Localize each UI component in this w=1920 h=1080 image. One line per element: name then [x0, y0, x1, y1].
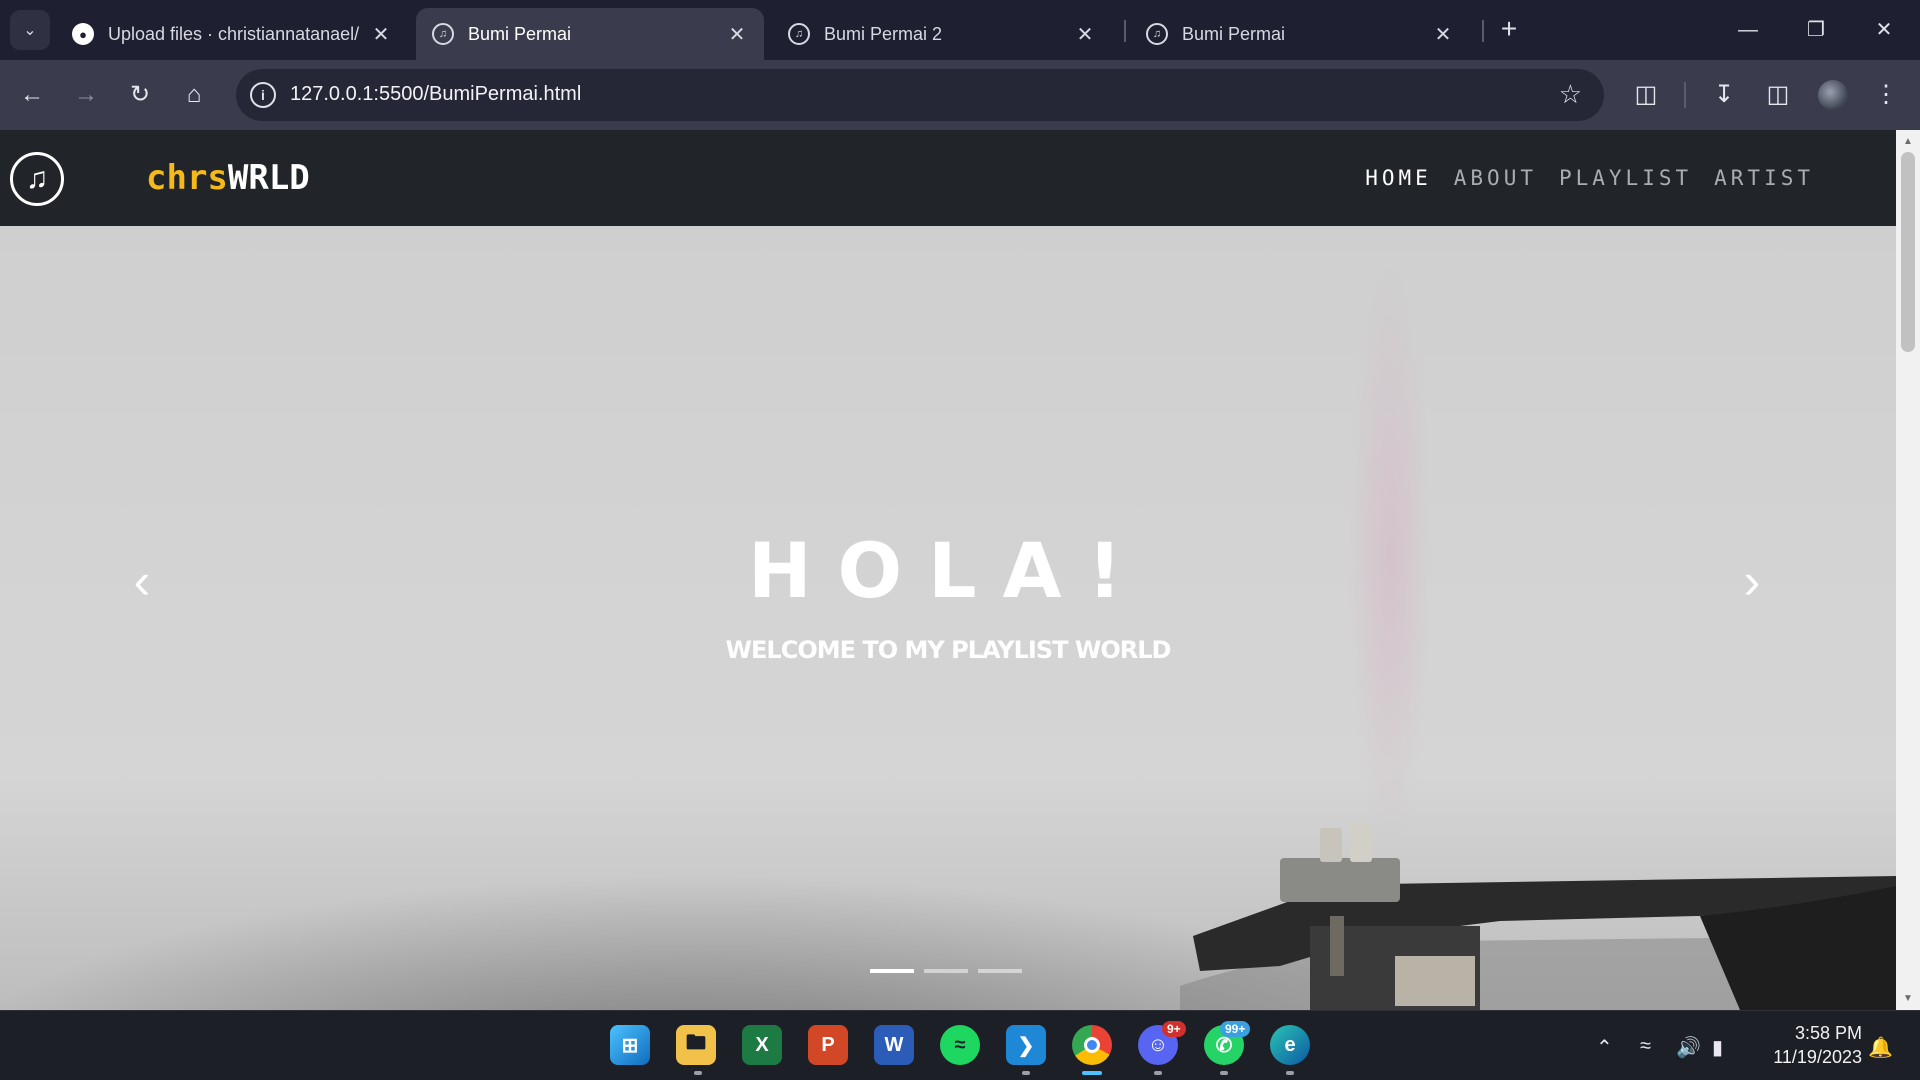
restore-button[interactable]: ❐ — [1796, 12, 1836, 48]
tab-bumi-permai-2[interactable]: ♫ Bumi Permai 2 ✕ — [772, 8, 1112, 60]
hero-title: HOLA! — [747, 526, 1149, 615]
carousel-indicator-2[interactable] — [924, 969, 968, 973]
whatsapp-badge: 99+ — [1220, 1021, 1251, 1037]
chrome-icon[interactable] — [1072, 1025, 1112, 1065]
bookmark-star-icon[interactable]: ☆ — [1559, 79, 1582, 110]
close-icon[interactable]: ✕ — [370, 22, 392, 47]
tab-label: Upload files · christiannatanael/ — [108, 23, 360, 44]
excel-icon[interactable]: X — [742, 1025, 782, 1065]
taskbar-running-indicator — [1022, 1071, 1030, 1075]
windows-start-icon[interactable]: ⊞ — [610, 1025, 650, 1065]
forward-arrow-icon[interactable]: → — [68, 77, 104, 113]
windows-taskbar: ⊞ 🖿 X P W ≈ ❯ ☺ 9+ ✆ 99+ e ⌃ ≈ 🔊 ▮ 3:58 … — [0, 1010, 1920, 1080]
site-menu: HOME ABOUT PLAYLIST ARTIST — [1365, 166, 1814, 190]
browser-toolbar: ← → ↻ ⌂ i 127.0.0.1:5500/BumiPermai.html… — [0, 60, 1920, 130]
chevron-up-icon[interactable]: ⌃ — [1596, 1035, 1613, 1060]
music-logo-icon[interactable]: ♫ — [10, 152, 64, 206]
vscode-icon[interactable]: ❯ — [1006, 1025, 1046, 1065]
discord-badge: 9+ — [1162, 1021, 1186, 1037]
window-close-button[interactable]: ✕ — [1864, 12, 1904, 48]
carousel-indicator-1[interactable] — [870, 969, 914, 973]
tab-search-button[interactable]: ⌄ — [10, 10, 50, 50]
hero-carousel: ‹ › HOLA! WELCOME TO MY PLAYLIST WORLD — [0, 226, 1896, 1010]
close-icon[interactable]: ✕ — [1074, 22, 1096, 47]
nav-home[interactable]: HOME — [1365, 166, 1432, 190]
new-tab-button[interactable]: + — [1494, 12, 1524, 48]
toolbar-separator — [1684, 82, 1686, 108]
battery-icon[interactable]: ▮ — [1712, 1035, 1723, 1060]
extensions-icon[interactable]: ◫ — [1628, 77, 1664, 113]
taskbar-running-indicator — [1154, 1071, 1162, 1075]
carousel-indicator-3[interactable] — [978, 969, 1022, 973]
nav-about[interactable]: ABOUT — [1454, 166, 1537, 190]
nav-artist[interactable]: ARTIST — [1714, 166, 1814, 190]
scroll-up-arrow-icon[interactable]: ▲ — [1903, 136, 1913, 147]
music-note-icon: ♫ — [432, 23, 454, 45]
site-info-icon[interactable]: i — [250, 82, 276, 108]
address-bar[interactable]: i 127.0.0.1:5500/BumiPermai.html ☆ — [236, 69, 1604, 121]
volume-icon[interactable]: 🔊 — [1676, 1035, 1701, 1060]
tab-separator — [1482, 20, 1484, 42]
menu-kebab-icon[interactable]: ⋮ — [1868, 77, 1904, 113]
reload-icon[interactable]: ↻ — [122, 77, 158, 113]
site-brand[interactable]: chrsWRLD — [146, 158, 310, 198]
back-arrow-icon[interactable]: ← — [14, 77, 50, 113]
tab-label: Bumi Permai — [468, 23, 572, 44]
taskbar-running-indicator — [694, 1071, 702, 1075]
clock-date: 11/19/2023 — [1773, 1047, 1862, 1067]
wifi-icon[interactable]: ≈ — [1640, 1035, 1651, 1058]
turntable-tonearm-image — [1180, 824, 1896, 1010]
carousel-indicators — [870, 969, 1022, 973]
home-icon[interactable]: ⌂ — [176, 77, 212, 113]
browser-tab-bar: ⌄ ● Upload files · christiannatanael/ ✕ … — [0, 0, 1920, 60]
word-icon[interactable]: W — [874, 1025, 914, 1065]
close-icon[interactable]: ✕ — [1432, 22, 1454, 47]
tab-upload-files[interactable]: ● Upload files · christiannatanael/ ✕ — [56, 8, 408, 60]
profile-avatar[interactable] — [1818, 80, 1848, 110]
taskbar-running-indicator — [1286, 1071, 1294, 1075]
taskbar-running-indicator — [1220, 1071, 1228, 1075]
tab-separator — [1124, 20, 1126, 42]
system-clock[interactable]: 3:58 PM 11/19/2023 — [1752, 1021, 1862, 1069]
music-note-icon: ♫ — [1146, 23, 1168, 45]
tab-bumi-permai-3[interactable]: ♫ Bumi Permai ✕ — [1130, 8, 1470, 60]
nav-playlist[interactable]: PLAYLIST — [1559, 166, 1692, 190]
tab-bumi-permai-active[interactable]: ♫ Bumi Permai ✕ — [416, 8, 764, 60]
chevron-down-icon: ⌄ — [23, 22, 37, 39]
music-note-icon: ♫ — [788, 23, 810, 45]
download-icon[interactable]: ↧ — [1706, 77, 1742, 113]
web-page: ♫ chrsWRLD HOME ABOUT PLAYLIST ARTIST ‹ … — [0, 130, 1896, 1010]
url-text[interactable]: 127.0.0.1:5500/BumiPermai.html — [290, 83, 581, 106]
close-icon[interactable]: ✕ — [726, 22, 748, 47]
minimize-button[interactable]: — — [1728, 12, 1768, 48]
github-icon: ● — [72, 23, 94, 45]
hero-subtitle: WELCOME TO MY PLAYLIST WORLD — [725, 636, 1172, 664]
edge-icon[interactable]: e — [1270, 1025, 1310, 1065]
tab-label: Bumi Permai 2 — [824, 23, 943, 44]
side-panel-icon[interactable]: ◫ — [1760, 77, 1796, 113]
scroll-thumb[interactable] — [1901, 152, 1915, 352]
file-explorer-icon[interactable]: 🖿 — [676, 1025, 716, 1065]
spotify-icon[interactable]: ≈ — [940, 1025, 980, 1065]
tab-label: Bumi Permai — [1182, 23, 1286, 44]
taskbar-active-indicator — [1082, 1071, 1102, 1075]
site-navbar: ♫ chrsWRLD HOME ABOUT PLAYLIST ARTIST — [0, 130, 1896, 226]
notification-bell-icon[interactable]: 🔔 — [1868, 1035, 1893, 1060]
page-scrollbar[interactable]: ▲ ▼ — [1896, 130, 1920, 1010]
clock-time: 3:58 PM — [1794, 1023, 1862, 1043]
brand-part-1: chrs — [146, 158, 228, 198]
powerpoint-icon[interactable]: P — [808, 1025, 848, 1065]
brand-part-2: WRLD — [227, 158, 310, 198]
scroll-down-arrow-icon[interactable]: ▼ — [1903, 993, 1913, 1004]
